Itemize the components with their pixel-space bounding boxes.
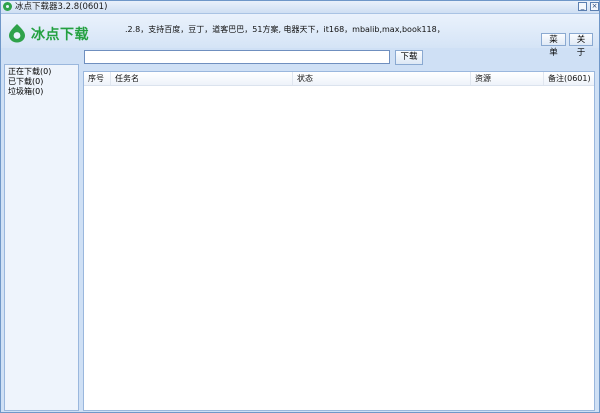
- window-title: 冰点下载器3.2.8(0601): [15, 2, 108, 12]
- header-banner: 冰点下载 .2.8，支持百度，豆丁，道客巴巴，51方案, 电器天下，it168，…: [1, 14, 599, 48]
- logo-icon: [9, 24, 25, 43]
- download-button[interactable]: 下载: [395, 50, 423, 65]
- sidebar-item-downloaded[interactable]: 已下载(0): [5, 77, 78, 87]
- category-sidebar: 正在下载(0) 已下载(0) 垃圾箱(0): [4, 64, 79, 411]
- url-input[interactable]: [84, 50, 390, 64]
- task-list[interactable]: 序号 任务名 状态 资源 备注(0601): [83, 71, 595, 411]
- column-header-status[interactable]: 状态: [293, 72, 471, 85]
- close-button[interactable]: ×: [590, 2, 599, 11]
- about-button[interactable]: 关于: [569, 33, 593, 58]
- sidebar-item-trash[interactable]: 垃圾箱(0): [5, 87, 78, 97]
- sidebar-item-downloading[interactable]: 正在下载(0): [5, 67, 78, 77]
- app-icon: [3, 2, 12, 11]
- logo-text: 冰点下载: [31, 27, 89, 43]
- app-window: 冰点下载器3.2.8(0601) _ × 冰点下载 .2.8，支持百度，豆丁，道…: [0, 0, 600, 413]
- minimize-button[interactable]: _: [578, 2, 587, 11]
- column-header-task-name[interactable]: 任务名: [111, 72, 293, 85]
- column-header-resource[interactable]: 资源: [471, 72, 544, 85]
- column-header-number[interactable]: 序号: [84, 72, 111, 85]
- table-header: 序号 任务名 状态 资源 备注(0601): [84, 72, 594, 86]
- column-header-note[interactable]: 备注(0601): [544, 72, 594, 85]
- title-bar[interactable]: 冰点下载器3.2.8(0601) _ ×: [1, 1, 599, 14]
- menu-button[interactable]: 菜单: [541, 33, 566, 58]
- supported-sites-notice: .2.8，支持百度，豆丁，道客巴巴，51方案, 电器天下，it168，mbali…: [125, 25, 445, 34]
